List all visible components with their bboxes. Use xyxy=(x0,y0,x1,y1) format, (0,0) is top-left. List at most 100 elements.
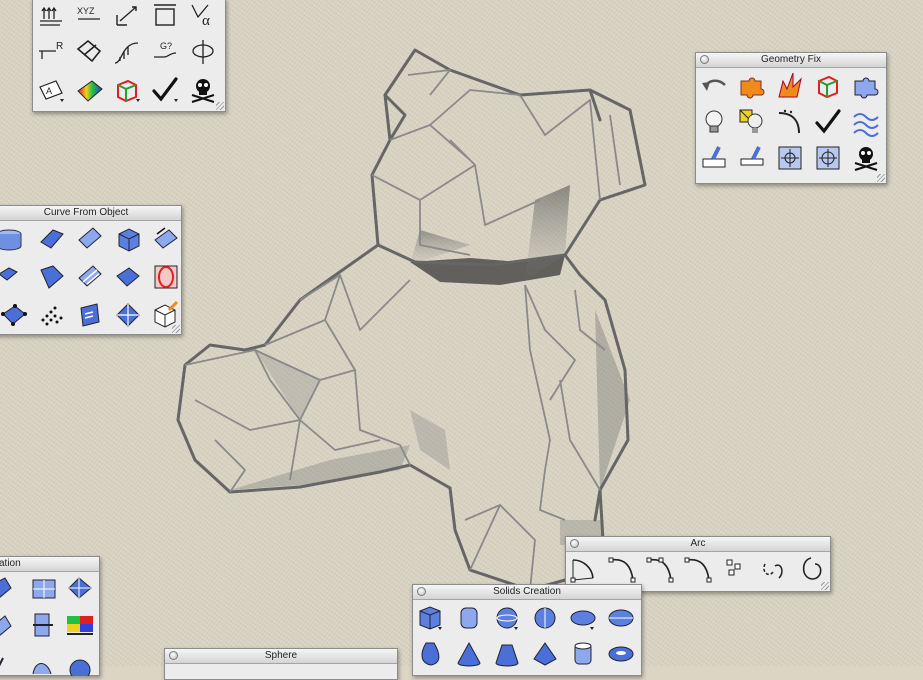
extract-curve-icon[interactable] xyxy=(151,224,181,254)
truncated-cone-icon[interactable] xyxy=(492,639,522,669)
palette-title-bar[interactable]: Geometry Fix xyxy=(696,53,886,68)
palette-title-bar[interactable]: Solids Creation xyxy=(413,585,641,600)
angle-icon[interactable]: α xyxy=(188,1,218,31)
text-object-icon[interactable]: A xyxy=(36,75,66,105)
duplicate-edge-icon[interactable] xyxy=(0,262,29,292)
close-icon[interactable] xyxy=(700,55,709,64)
check-icon[interactable] xyxy=(150,75,180,105)
resize-grip[interactable] xyxy=(172,325,180,333)
silhouette-icon[interactable] xyxy=(113,300,143,330)
resize-grip[interactable] xyxy=(821,582,829,590)
cylinder-icon[interactable] xyxy=(0,224,29,254)
resize-grip[interactable] xyxy=(877,174,885,182)
border-icon[interactable] xyxy=(37,262,67,292)
rebuild-curve-icon[interactable] xyxy=(775,107,805,137)
contour-icon[interactable] xyxy=(113,262,143,292)
surface-patch-icon[interactable] xyxy=(75,224,105,254)
intersect-icon[interactable] xyxy=(151,262,181,292)
sphere-solid-icon[interactable] xyxy=(492,603,522,633)
curve-from-object-palette: Curve From Object xyxy=(0,205,182,335)
array-icon[interactable] xyxy=(36,1,66,31)
resize-grip[interactable] xyxy=(216,102,224,110)
target-icon[interactable] xyxy=(813,143,843,173)
arc-center-icon[interactable] xyxy=(569,554,599,584)
explode-icon[interactable] xyxy=(775,71,805,101)
disk-icon[interactable] xyxy=(29,646,59,676)
align-normal-icon[interactable] xyxy=(737,143,767,173)
flip-normal-icon[interactable] xyxy=(699,143,729,173)
lightbulb-icon[interactable] xyxy=(699,107,729,137)
cylinder-solid-icon[interactable] xyxy=(454,603,484,633)
g-label: G? xyxy=(160,41,172,51)
palette-title: Geometry Fix xyxy=(760,54,821,65)
text-surface-icon[interactable] xyxy=(75,300,105,330)
palette-title: Sphere xyxy=(264,650,298,661)
ellipsoid-alt-icon[interactable] xyxy=(606,603,636,633)
patch-icon[interactable] xyxy=(29,574,59,604)
close-icon[interactable] xyxy=(570,539,579,548)
cone-icon[interactable] xyxy=(454,639,484,669)
curve-icon[interactable] xyxy=(0,646,23,676)
close-icon[interactable] xyxy=(417,587,426,596)
analyze-palette: XYZ α R G? A xyxy=(32,0,226,112)
skull-icon[interactable] xyxy=(851,143,881,173)
palette-title: Curve From Object xyxy=(43,207,129,218)
sphere-palette: Sphere xyxy=(164,648,398,680)
arc-start-end-icon[interactable] xyxy=(607,554,637,584)
a-label: A xyxy=(46,86,52,96)
arc-tangent-icon[interactable] xyxy=(645,554,675,584)
arc-direction-icon[interactable] xyxy=(721,554,751,584)
skull-icon[interactable] xyxy=(188,75,218,105)
palette-title-bar[interactable]: ation xyxy=(0,557,99,572)
color-grid-icon[interactable] xyxy=(65,610,95,640)
box-solid-icon[interactable] xyxy=(416,603,446,633)
torus-icon[interactable] xyxy=(606,639,636,669)
wave-icon[interactable] xyxy=(851,107,881,137)
show-edges-icon[interactable] xyxy=(737,107,767,137)
palette-title: Arc xyxy=(690,538,706,549)
surface-icon[interactable] xyxy=(37,224,67,254)
box-check-icon[interactable] xyxy=(813,71,843,101)
continuity-icon[interactable]: G? xyxy=(150,37,180,67)
xyz-label: XYZ xyxy=(77,6,95,16)
plane-cut-icon[interactable] xyxy=(0,610,23,640)
curvature-icon[interactable] xyxy=(112,37,142,67)
box-edit-icon[interactable] xyxy=(112,75,142,105)
palette-title-bar[interactable]: Sphere xyxy=(165,649,397,664)
circle-arc-icon[interactable] xyxy=(797,554,827,584)
arc-three-point-icon[interactable] xyxy=(683,554,713,584)
undo-arrow-icon[interactable] xyxy=(699,71,729,101)
box-icon[interactable] xyxy=(113,224,143,254)
split-icon[interactable] xyxy=(29,610,59,640)
isocurve-icon[interactable] xyxy=(75,262,105,292)
palette-title: ation xyxy=(0,558,21,569)
tube-icon[interactable] xyxy=(568,639,598,669)
r-label: R xyxy=(56,41,63,52)
check-icon[interactable] xyxy=(813,107,843,137)
puzzle-join-icon[interactable] xyxy=(737,71,767,101)
ellipsoid-icon[interactable] xyxy=(568,603,598,633)
bounding-box-icon[interactable] xyxy=(150,1,180,31)
sphere-alt-icon[interactable] xyxy=(530,603,560,633)
surface-creation-palette: ation xyxy=(0,556,100,676)
dimension-icon[interactable] xyxy=(112,1,142,31)
paraboloid-icon[interactable] xyxy=(416,639,446,669)
grid-target-icon[interactable] xyxy=(775,143,805,173)
surface-edit-icon[interactable] xyxy=(0,574,23,604)
point-cloud-icon[interactable] xyxy=(37,300,67,330)
point-grid-icon[interactable] xyxy=(0,300,29,330)
sphere-partial-icon[interactable] xyxy=(65,646,95,676)
palette-title-bar[interactable]: Arc xyxy=(566,537,830,552)
pyramid-icon[interactable] xyxy=(530,639,560,669)
close-icon[interactable] xyxy=(169,651,178,660)
arc-blend-icon[interactable] xyxy=(759,554,789,584)
xyz-point-icon[interactable]: XYZ xyxy=(74,1,104,31)
draft-angle-icon[interactable] xyxy=(188,37,218,67)
solids-creation-palette: Solids Creation xyxy=(412,584,642,676)
puzzle-icon[interactable] xyxy=(851,71,881,101)
fold-icon[interactable] xyxy=(74,37,104,67)
loft-icon[interactable] xyxy=(65,574,95,604)
palette-title-bar[interactable]: Curve From Object xyxy=(0,206,181,221)
zebra-analysis-icon[interactable] xyxy=(74,75,104,105)
radius-icon[interactable]: R xyxy=(36,37,66,67)
